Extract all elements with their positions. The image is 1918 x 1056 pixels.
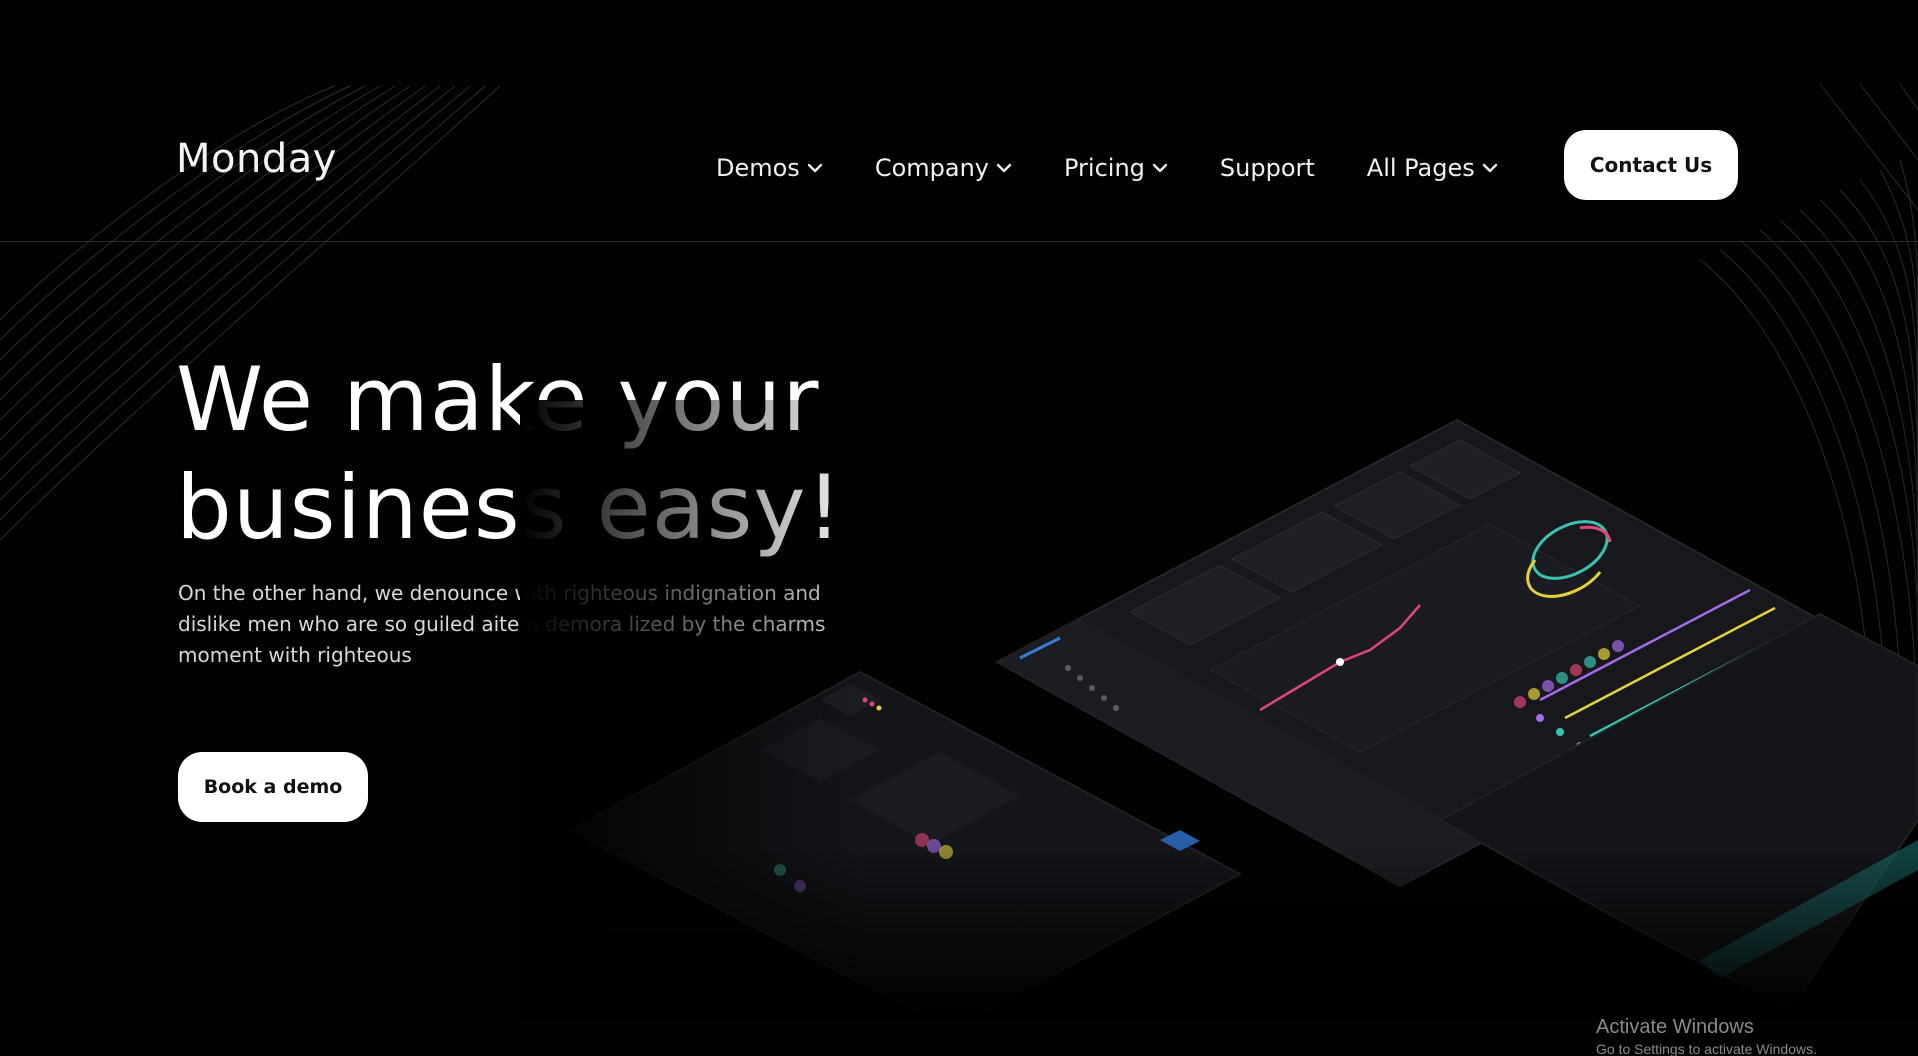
activate-title: Activate Windows bbox=[1596, 1016, 1754, 1038]
windows-activation-watermark: Activate Windows Go to Settings to activ… bbox=[1596, 1016, 1817, 1056]
nav-pricing[interactable]: Pricing bbox=[1064, 154, 1168, 182]
logo[interactable]: Monday bbox=[176, 136, 337, 182]
nav-pricing-label: Pricing bbox=[1064, 154, 1145, 182]
main-nav: Demos Company Pricing Support All Pages bbox=[716, 148, 1550, 188]
chevron-down-icon bbox=[807, 163, 823, 173]
nav-support-label: Support bbox=[1219, 154, 1315, 182]
nav-all-pages[interactable]: All Pages bbox=[1367, 154, 1498, 182]
chevron-down-icon bbox=[996, 163, 1012, 173]
book-demo-button[interactable]: Book a demo bbox=[178, 752, 368, 822]
nav-all-pages-label: All Pages bbox=[1366, 154, 1475, 182]
dashboard-mockup-illustration bbox=[520, 400, 1918, 1020]
nav-demos-label: Demos bbox=[716, 154, 800, 182]
chevron-down-icon bbox=[1482, 163, 1497, 173]
landing-page: Monday Demos Company Pricing Support All… bbox=[0, 0, 1918, 1056]
nav-company[interactable]: Company bbox=[875, 154, 1012, 182]
contact-us-button[interactable]: Contact Us bbox=[1564, 130, 1738, 200]
nav-support[interactable]: Support bbox=[1220, 154, 1315, 182]
chevron-down-icon bbox=[1152, 163, 1168, 173]
site-header: Monday Demos Company Pricing Support All… bbox=[0, 84, 1918, 242]
nav-demos[interactable]: Demos bbox=[716, 154, 823, 182]
nav-company-label: Company bbox=[874, 154, 989, 182]
activate-subtitle: Go to Settings to activate Windows. bbox=[1596, 1041, 1817, 1056]
